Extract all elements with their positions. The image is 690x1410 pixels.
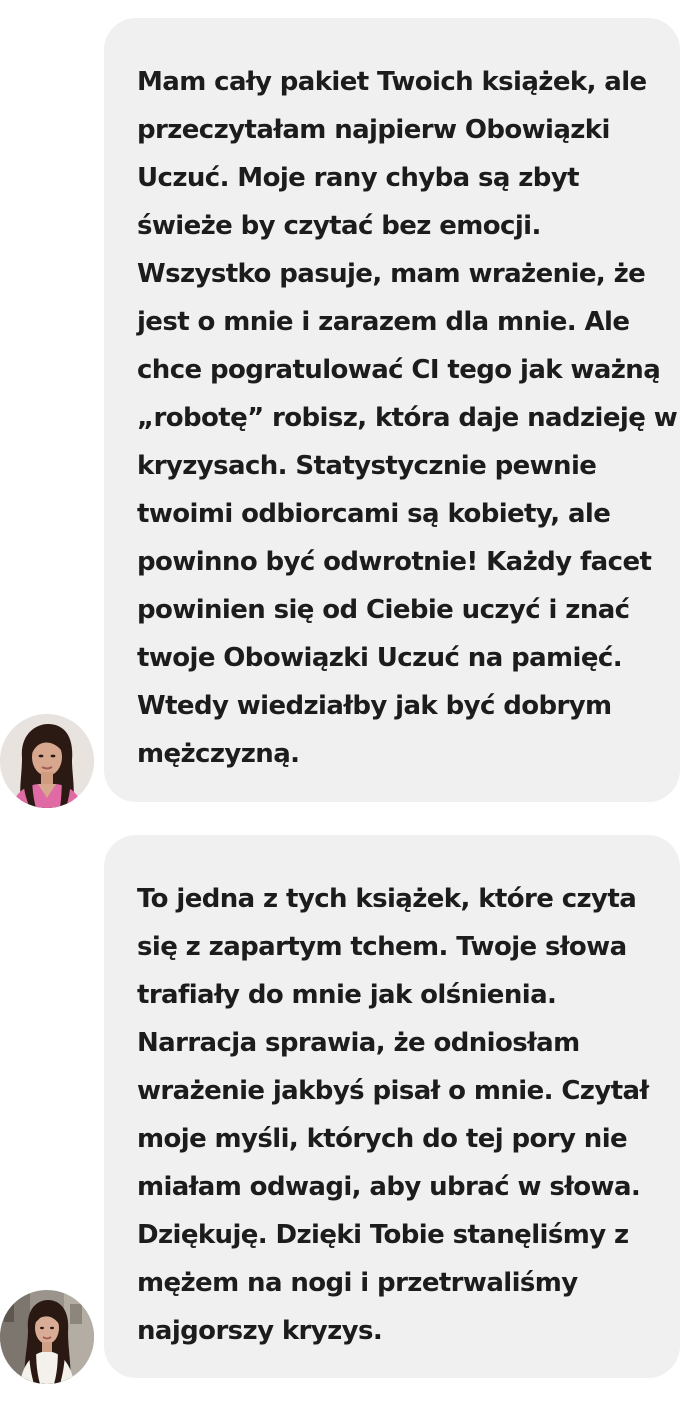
message-line: Mam cały pakiet Twoich książek, ale	[137, 67, 647, 97]
message-line: To jedna z tych książek, które czyta	[137, 884, 637, 914]
message-line: Wszystko pasuje, mam wrażenie, że	[137, 259, 646, 289]
message-line: świeże by czytać bez emocji.	[137, 211, 541, 241]
testimonial-message-1: Mam cały pakiet Twoich książek, ale prze…	[0, 0, 690, 820]
message-text: To jedna z tych książek, które czyta się…	[137, 875, 650, 1355]
avatar-photo-2-icon	[0, 1290, 94, 1384]
message-line: Narracja sprawia, że odniosłam	[137, 1028, 580, 1058]
message-line: Uczuć. Moje rany chyba są zbyt	[137, 163, 580, 193]
message-line: mężem na nogi i przetrwaliśmy	[137, 1268, 578, 1298]
message-line: twoimi odbiorcami są kobiety, ale	[137, 499, 611, 529]
avatar-photo-1-icon	[0, 714, 94, 808]
message-line: przeczytałam najpierw Obowiązki	[137, 115, 610, 145]
message-line: Wtedy wiedziałby jak być dobrym	[137, 691, 612, 721]
message-line: miałam odwagi, aby ubrać w słowa.	[137, 1172, 641, 1202]
message-line: „robotę” robisz, która daje nadzieję w	[137, 403, 678, 433]
message-bubble: Mam cały pakiet Twoich książek, ale prze…	[104, 18, 680, 802]
message-line: powinno być odwrotnie! Każdy facet	[137, 547, 652, 577]
message-text: Mam cały pakiet Twoich książek, ale prze…	[137, 58, 678, 778]
message-line: chce pogratulować CI tego jak ważną	[137, 355, 661, 385]
message-line: Dziękuję. Dzięki Tobie stanęliśmy z	[137, 1220, 629, 1250]
message-bubble: To jedna z tych książek, które czyta się…	[104, 835, 680, 1378]
message-line: powinien się od Ciebie uczyć i znać	[137, 595, 630, 625]
message-line: się z zapartym tchem. Twoje słowa	[137, 932, 627, 962]
message-line: kryzysach. Statystycznie pewnie	[137, 451, 597, 481]
message-line: najgorszy kryzys.	[137, 1316, 383, 1346]
message-line: wrażenie jakbyś pisał o mnie. Czytał	[137, 1076, 649, 1106]
avatar	[0, 714, 94, 808]
message-line: trafiały do mnie jak olśnienia.	[137, 980, 557, 1010]
avatar	[0, 1290, 94, 1384]
testimonial-message-2: To jedna z tych książek, które czyta się…	[0, 820, 690, 1410]
message-line: jest o mnie i zarazem dla mnie. Ale	[137, 307, 630, 337]
message-line: moje myśli, których do tej pory nie	[137, 1124, 628, 1154]
message-line: mężczyzną.	[137, 739, 300, 769]
message-line: twoje Obowiązki Uczuć na pamięć.	[137, 643, 623, 673]
